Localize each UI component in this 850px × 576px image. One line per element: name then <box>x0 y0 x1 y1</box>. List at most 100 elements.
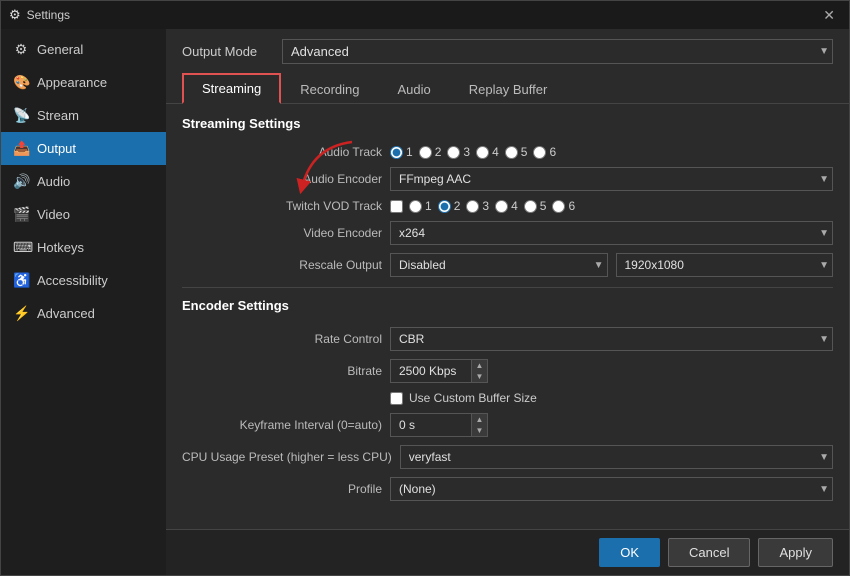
rescale-mode-select-container: Disabled Enabled ▼ <box>390 253 608 277</box>
twitch-vod-4-label[interactable]: 4 <box>495 199 518 213</box>
keyframe-spinner: ▲ ▼ <box>390 413 488 437</box>
streaming-settings-header: Streaming Settings <box>182 116 833 135</box>
video-encoder-select-container: x264 NVENC H.264 NVENC HEVC ▼ <box>390 221 833 245</box>
audio-track-1-label[interactable]: 1 <box>390 145 413 159</box>
custom-buffer-checkbox[interactable] <box>390 392 403 405</box>
close-button[interactable]: ✕ <box>817 5 841 26</box>
tab-audio[interactable]: Audio <box>379 73 450 104</box>
audio-track-5-label[interactable]: 5 <box>505 145 528 159</box>
tab-recording[interactable]: Recording <box>281 73 378 104</box>
title-bar: ⚙ Settings ✕ <box>1 1 849 29</box>
hotkeys-icon: ⌨ <box>13 239 29 256</box>
audio-track-3-radio[interactable] <box>447 146 460 159</box>
keyframe-input[interactable] <box>391 414 471 436</box>
output-mode-select[interactable]: Advanced Simple <box>282 39 833 64</box>
sidebar-item-appearance[interactable]: 🎨 Appearance <box>1 66 166 99</box>
rescale-res-select-container: 1920x1080 1280x720 1280x960 960x540 ▼ <box>616 253 834 277</box>
sidebar-item-audio[interactable]: 🔊 Audio <box>1 165 166 198</box>
settings-window: ⚙ Settings ✕ ⚙ General 🎨 Appearance 📡 St… <box>0 0 850 576</box>
rate-control-select-container: CBR VBR ABR CRF ▼ <box>390 327 833 351</box>
video-encoder-row: Video Encoder x264 NVENC H.264 NVENC HEV… <box>182 221 833 245</box>
cpu-usage-preset-select[interactable]: ultrafast superfast veryfast faster fast… <box>400 445 833 469</box>
twitch-vod-2-label[interactable]: 2 <box>438 199 461 213</box>
rescale-res-select[interactable]: 1920x1080 1280x720 1280x960 960x540 <box>616 253 834 277</box>
bitrate-decrement-button[interactable]: ▼ <box>471 371 487 382</box>
twitch-vod-6-label[interactable]: 6 <box>552 199 575 213</box>
bitrate-spinner-buttons: ▲ ▼ <box>471 360 487 382</box>
audio-track-5-radio[interactable] <box>505 146 518 159</box>
audio-track-3-label[interactable]: 3 <box>447 145 470 159</box>
settings-scroll-area: Streaming Settings Audio Track 1 2 3 4 5… <box>166 104 849 529</box>
audio-track-6-radio[interactable] <box>533 146 546 159</box>
twitch-vod-3-radio[interactable] <box>466 200 479 213</box>
twitch-vod-5-radio[interactable] <box>524 200 537 213</box>
audio-track-2-label[interactable]: 2 <box>419 145 442 159</box>
audio-encoder-select-container: FFmpeg AAC AAC Opus ▼ <box>390 167 833 191</box>
rescale-mode-select[interactable]: Disabled Enabled <box>390 253 608 277</box>
rate-control-row: Rate Control CBR VBR ABR CRF ▼ <box>182 327 833 351</box>
custom-buffer-checkbox-label[interactable]: Use Custom Buffer Size <box>390 391 537 405</box>
keyframe-increment-button[interactable]: ▲ <box>471 414 487 425</box>
twitch-vod-radio-group: 1 2 3 4 5 6 <box>390 199 575 213</box>
sidebar-item-video[interactable]: 🎬 Video <box>1 198 166 231</box>
audio-encoder-label: Audio Encoder <box>182 172 382 186</box>
twitch-vod-5-label[interactable]: 5 <box>524 199 547 213</box>
ok-button[interactable]: OK <box>599 538 660 567</box>
audio-track-6-label[interactable]: 6 <box>533 145 556 159</box>
audio-encoder-select[interactable]: FFmpeg AAC AAC Opus <box>390 167 833 191</box>
profile-row: Profile (None) baseline main high ▼ <box>182 477 833 501</box>
twitch-vod-checkbox[interactable] <box>390 200 403 213</box>
keyframe-interval-row: Keyframe Interval (0=auto) ▲ ▼ <box>182 413 833 437</box>
rate-control-select[interactable]: CBR VBR ABR CRF <box>390 327 833 351</box>
bitrate-label: Bitrate <box>182 364 382 378</box>
twitch-vod-6-radio[interactable] <box>552 200 565 213</box>
sidebar-item-label: Output <box>37 141 76 156</box>
bitrate-input[interactable] <box>391 360 471 382</box>
video-encoder-select[interactable]: x264 NVENC H.264 NVENC HEVC <box>390 221 833 245</box>
rescale-output-row: Rescale Output Disabled Enabled ▼ 1920x1… <box>182 253 833 277</box>
sidebar: ⚙ General 🎨 Appearance 📡 Stream 📤 Output… <box>1 29 166 575</box>
profile-select[interactable]: (None) baseline main high <box>390 477 833 501</box>
twitch-vod-4-radio[interactable] <box>495 200 508 213</box>
stream-icon: 📡 <box>13 107 29 124</box>
audio-track-4-radio[interactable] <box>476 146 489 159</box>
sidebar-item-accessibility[interactable]: ♿ Accessibility <box>1 264 166 297</box>
audio-track-4-label[interactable]: 4 <box>476 145 499 159</box>
sidebar-item-stream[interactable]: 📡 Stream <box>1 99 166 132</box>
cancel-button[interactable]: Cancel <box>668 538 750 567</box>
twitch-vod-1-radio[interactable] <box>409 200 422 213</box>
keyframe-interval-label: Keyframe Interval (0=auto) <box>182 418 382 432</box>
bitrate-increment-button[interactable]: ▲ <box>471 360 487 371</box>
twitch-vod-1-label[interactable]: 1 <box>409 199 432 213</box>
twitch-vod-track-row: Twitch VOD Track 1 2 3 4 5 6 <box>182 199 833 213</box>
sidebar-item-hotkeys[interactable]: ⌨ Hotkeys <box>1 231 166 264</box>
twitch-vod-track-label: Twitch VOD Track <box>182 199 382 213</box>
twitch-vod-2-radio[interactable] <box>438 200 451 213</box>
tab-streaming[interactable]: Streaming <box>182 73 281 104</box>
sidebar-item-advanced[interactable]: ⚡ Advanced <box>1 297 166 330</box>
bitrate-row: Bitrate ▲ ▼ <box>182 359 833 383</box>
bitrate-spinner: ▲ ▼ <box>390 359 488 383</box>
video-encoder-label: Video Encoder <box>182 226 382 240</box>
sidebar-item-general[interactable]: ⚙ General <box>1 33 166 66</box>
footer: OK Cancel Apply <box>166 529 849 575</box>
tab-replay-buffer[interactable]: Replay Buffer <box>450 73 567 104</box>
gear-icon: ⚙ <box>13 41 29 58</box>
apply-button[interactable]: Apply <box>758 538 833 567</box>
audio-track-2-radio[interactable] <box>419 146 432 159</box>
sidebar-item-label: Advanced <box>37 306 95 321</box>
keyframe-decrement-button[interactable]: ▼ <box>471 425 487 436</box>
tabs-row: Streaming Recording Audio Replay Buffer <box>166 72 849 104</box>
sidebar-item-label: Video <box>37 207 70 222</box>
custom-buffer-row: Use Custom Buffer Size <box>182 391 833 405</box>
advanced-icon: ⚡ <box>13 305 29 322</box>
audio-track-1-radio[interactable] <box>390 146 403 159</box>
sidebar-item-output[interactable]: 📤 Output <box>1 132 166 165</box>
custom-buffer-text: Use Custom Buffer Size <box>409 391 537 405</box>
sidebar-item-label: General <box>37 42 83 57</box>
twitch-vod-3-label[interactable]: 3 <box>466 199 489 213</box>
window-icon: ⚙ <box>9 7 21 23</box>
audio-track-label: Audio Track <box>182 145 382 159</box>
section-divider <box>182 287 833 288</box>
encoder-settings-header: Encoder Settings <box>182 298 833 317</box>
